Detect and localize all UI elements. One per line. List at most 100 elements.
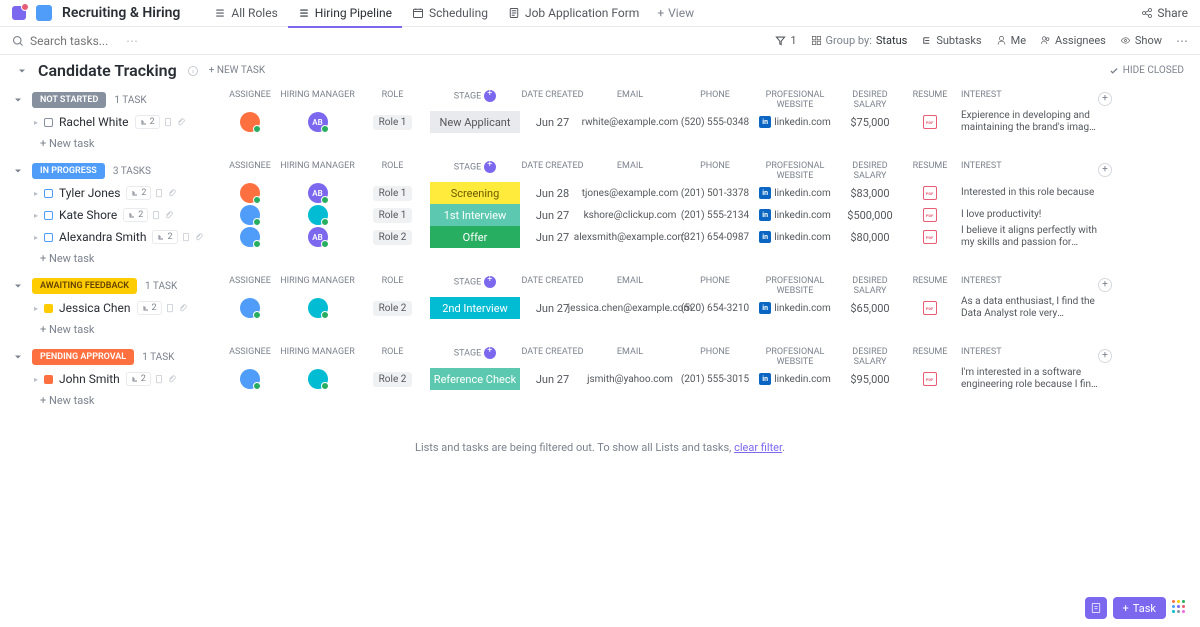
linkedin-link[interactable]: inlinkedin.com — [759, 302, 831, 314]
col-interest[interactable]: INTEREST — [955, 161, 1100, 181]
cell-website[interactable]: inlinkedin.com — [755, 187, 835, 199]
col-hiring-manager[interactable]: HIRING MANAGER — [280, 347, 355, 367]
cell-resume[interactable] — [905, 372, 955, 386]
task-name[interactable]: Rachel White — [59, 115, 129, 129]
col-role[interactable]: ROLE — [355, 161, 430, 181]
new-task-link[interactable]: + New task — [209, 65, 265, 76]
status-dot-icon[interactable] — [44, 118, 53, 127]
task-row[interactable]: ▸ Alexandra Smith 2 AB Role 2 Offer Jun … — [30, 226, 1200, 248]
subtasks-button[interactable]: Subtasks — [921, 34, 981, 47]
tab-job-application-form[interactable]: Job Application Form — [498, 0, 649, 27]
hiring-manager-avatar[interactable] — [308, 205, 328, 225]
cell-email[interactable]: jsmith@yahoo.com — [585, 374, 675, 385]
cell-role[interactable]: Role 1 — [355, 208, 430, 223]
cell-salary[interactable]: $500,000 — [835, 209, 905, 222]
cell-hiring-manager[interactable]: AB — [280, 112, 355, 132]
search-input[interactable] — [30, 34, 120, 48]
assignee-avatar[interactable] — [240, 298, 260, 318]
doc-icon[interactable] — [163, 117, 173, 127]
hiring-manager-avatar[interactable]: AB — [308, 227, 328, 247]
apps-grid-button[interactable] — [1172, 600, 1188, 616]
status-dot-icon[interactable] — [44, 189, 53, 198]
linkedin-link[interactable]: inlinkedin.com — [759, 231, 831, 243]
assignee-avatar[interactable] — [240, 183, 260, 203]
cell-stage[interactable]: Offer — [430, 226, 520, 248]
clear-filter-link[interactable]: clear filter — [734, 441, 782, 454]
tab-scheduling[interactable]: Scheduling — [402, 0, 498, 27]
new-task-row[interactable]: + New task — [30, 319, 1200, 340]
pdf-icon[interactable] — [923, 372, 937, 386]
cell-interest[interactable]: Interested in this role because — [955, 187, 1100, 199]
linkedin-link[interactable]: inlinkedin.com — [759, 373, 831, 385]
linkedin-link[interactable]: inlinkedin.com — [759, 209, 831, 221]
status-dot-icon[interactable] — [44, 304, 53, 313]
col-interest[interactable]: INTEREST — [955, 276, 1100, 296]
notepad-button[interactable] — [1085, 597, 1107, 619]
status-pill[interactable]: AWAITING FEEDBACK — [32, 278, 137, 294]
new-task-button[interactable]: + Task — [1113, 597, 1166, 619]
col-assignee[interactable]: ASSIGNEE — [220, 347, 280, 367]
col-assignee[interactable]: ASSIGNEE — [220, 90, 280, 110]
cell-role[interactable]: Role 1 — [355, 115, 430, 130]
subtask-count-badge[interactable]: 2 — [126, 186, 151, 200]
cell-resume[interactable] — [905, 301, 955, 315]
pdf-icon[interactable] — [923, 301, 937, 315]
status-dot-icon[interactable] — [44, 375, 53, 384]
cell-assignee[interactable] — [220, 112, 280, 132]
col-resume[interactable]: RESUME — [905, 90, 955, 110]
cell-interest[interactable]: Expierence in developing and maintaining… — [955, 110, 1100, 134]
add-column-button[interactable]: + — [1098, 163, 1112, 177]
add-column-button[interactable]: + — [1098, 278, 1112, 292]
expand-arrow-icon[interactable]: ▸ — [34, 304, 38, 313]
cell-interest[interactable]: As a data enthusiast, I find the Data An… — [955, 296, 1100, 320]
new-task-row[interactable]: + New task — [30, 390, 1200, 411]
linkedin-link[interactable]: inlinkedin.com — [759, 116, 831, 128]
group-collapse-icon[interactable] — [12, 165, 24, 177]
cell-phone[interactable]: (520) 654-3210 — [675, 303, 755, 314]
cell-assignee[interactable] — [220, 298, 280, 318]
col-stage[interactable]: STAGE — [430, 161, 520, 181]
cell-phone[interactable]: (201) 501-3378 — [675, 188, 755, 199]
cell-stage[interactable]: Reference Check — [430, 368, 520, 390]
status-pill[interactable]: NOT STARTED — [32, 92, 106, 108]
cell-salary[interactable]: $83,000 — [835, 187, 905, 200]
linkedin-link[interactable]: inlinkedin.com — [759, 187, 831, 199]
group-collapse-icon[interactable] — [12, 94, 24, 106]
col-stage[interactable]: STAGE — [430, 347, 520, 367]
col-hiring-manager[interactable]: HIRING MANAGER — [280, 90, 355, 110]
cell-resume[interactable] — [905, 115, 955, 129]
group-collapse-icon[interactable] — [12, 280, 24, 292]
add-view-button[interactable]: + View — [649, 0, 702, 27]
cell-hiring-manager[interactable] — [280, 205, 355, 225]
status-dot-icon[interactable] — [44, 211, 53, 220]
cell-salary[interactable]: $65,000 — [835, 302, 905, 315]
pdf-icon[interactable] — [923, 208, 937, 222]
hiring-manager-avatar[interactable] — [308, 298, 328, 318]
attachment-icon[interactable] — [194, 232, 204, 242]
cell-phone[interactable]: (321) 654-0987 — [675, 232, 755, 243]
pdf-icon[interactable] — [923, 115, 937, 129]
filter-button[interactable]: 1 — [775, 34, 796, 47]
hiring-manager-avatar[interactable]: AB — [308, 112, 328, 132]
subtask-count-badge[interactable]: 2 — [123, 208, 148, 222]
col-date-created[interactable]: DATE CREATED — [520, 347, 585, 367]
col-professional-website[interactable]: PROFESIONAL WEBSITE — [755, 90, 835, 110]
status-pill[interactable]: PENDING APPROVAL — [32, 349, 134, 365]
app-logo-icon[interactable] — [12, 6, 26, 20]
cell-assignee[interactable] — [220, 369, 280, 389]
cell-role[interactable]: Role 2 — [355, 230, 430, 245]
new-task-row[interactable]: + New task — [30, 133, 1200, 154]
status-pill[interactable]: IN PROGRESS — [32, 163, 105, 179]
task-row[interactable]: ▸ Kate Shore 2 Role 1 1st Interview Jun … — [30, 204, 1200, 226]
cell-resume[interactable] — [905, 208, 955, 222]
stage-plus-icon[interactable] — [484, 161, 496, 173]
task-row[interactable]: ▸ Jessica Chen 2 Role 2 2nd Interview Ju… — [30, 297, 1200, 319]
subtask-count-badge[interactable]: 2 — [126, 372, 151, 386]
cell-email[interactable]: kshore@clickup.com — [585, 210, 675, 221]
cell-salary[interactable]: $75,000 — [835, 116, 905, 129]
cell-role[interactable]: Role 2 — [355, 301, 430, 316]
task-name[interactable]: Tyler Jones — [59, 186, 120, 200]
cell-interest[interactable]: I'm interested in a software engineering… — [955, 367, 1100, 391]
pdf-icon[interactable] — [923, 230, 937, 244]
expand-arrow-icon[interactable]: ▸ — [34, 189, 38, 198]
